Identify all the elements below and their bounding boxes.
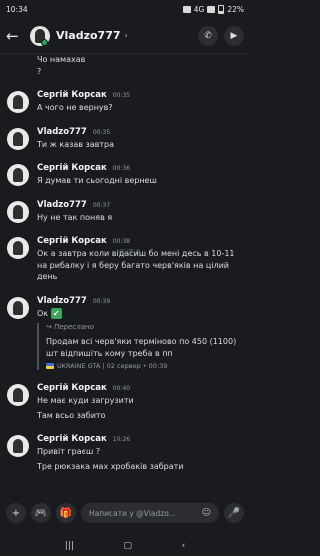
battery-icon	[218, 4, 225, 14]
avatar[interactable]	[7, 296, 29, 319]
timestamp: 10:26	[112, 436, 131, 443]
ukraine-flag-icon	[46, 363, 54, 369]
message-text: Тре рюкзака мах хробаків забрати	[37, 461, 184, 471]
avatar[interactable]	[7, 435, 29, 457]
author-name[interactable]: Сергій Корсак	[37, 90, 107, 100]
call-icon[interactable]: ✆	[198, 25, 218, 46]
check-emoji-icon[interactable]: ✔	[50, 307, 62, 319]
home-icon[interactable]: ▢	[123, 541, 132, 551]
back-icon[interactable]: ‹	[182, 541, 186, 551]
message-text: Привіт граєш ?	[37, 447, 101, 456]
avatar[interactable]	[7, 237, 29, 259]
message-text: Не має куди загрузити	[37, 396, 134, 405]
message-text: Ну не так поняв я	[37, 212, 113, 222]
avatar[interactable]	[7, 164, 29, 186]
forwarded-label-text: Переслано	[54, 323, 94, 331]
message-list: Чо намахав ? Сергій Корсак 00:35 А чого н…	[0, 54, 250, 494]
message: Сергій Корсак 00:38 Ок а завтра коли віда…	[0, 236, 250, 283]
author-name[interactable]: Vladzo777	[37, 200, 87, 210]
status-time: 10:34	[6, 4, 28, 14]
message: Сергій Корсак 00:36 Я думав ти сьогодні в…	[0, 163, 250, 187]
avatar[interactable]	[7, 384, 29, 406]
timestamp: 00:35	[92, 128, 111, 136]
avatar[interactable]	[7, 91, 29, 113]
forwarded-message[interactable]: ↪ Переслано Продам всі черв'яки термінов…	[37, 323, 244, 370]
author-name[interactable]: Сергій Корсак	[37, 163, 107, 173]
status-bar: 10:34 4G 22%	[0, 0, 250, 18]
forwarded-text: Продам всі черв'яки терміново по 450 (11…	[46, 337, 237, 358]
gift-icon[interactable]: 🎁	[56, 503, 76, 523]
message-text: Там всьо забито	[37, 410, 106, 420]
author-name[interactable]: Сергій Корсак	[37, 236, 107, 246]
author-name[interactable]: Vladzo777	[37, 296, 87, 306]
message-input[interactable]: Написати у @Vladzo... ☺	[81, 503, 219, 523]
emoji-icon[interactable]: ☺	[202, 508, 211, 518]
message-text: А чого не вернув?	[37, 103, 113, 112]
message-text: Чо намахав	[37, 55, 86, 64]
avatar[interactable]	[7, 127, 29, 150]
status-indicators: 4G 22%	[182, 4, 244, 14]
avatar[interactable]	[7, 200, 29, 223]
dm-username[interactable]: Vladzo777	[56, 29, 121, 42]
alarm-icon	[182, 5, 191, 13]
message-input-placeholder: Написати у @Vladzo...	[89, 508, 176, 518]
message-text: Ок ✔	[37, 307, 244, 320]
timestamp: 00:36	[112, 165, 131, 172]
message: Сергій Корсак 10:26 Привіт граєш ? Тре рю…	[0, 434, 250, 472]
microphone-icon[interactable]: 🎤	[224, 503, 244, 523]
recent-apps-icon[interactable]: |||	[65, 541, 74, 551]
message-text: Ти ж казав завтра	[37, 139, 115, 149]
battery-level: 22%	[227, 4, 244, 14]
message: Сергій Корсак 00:35 А чого не вернув?	[0, 90, 250, 114]
message: Vladzo777 00:37 Ну не так поняв я	[0, 200, 250, 224]
timestamp: 00:39	[92, 297, 111, 305]
timestamp: 00:38	[112, 238, 131, 245]
author-name[interactable]: Сергій Корсак	[37, 383, 107, 393]
dm-header: ← Vladzo777 › ✆ ▶	[0, 18, 250, 54]
gamepad-icon[interactable]: 🎮	[31, 503, 51, 523]
message: Сергій Корсак 00:40 Не має куди загрузити…	[0, 383, 250, 421]
back-arrow-icon[interactable]: ←	[6, 27, 24, 45]
author-name[interactable]: Сергій Корсак	[37, 434, 107, 444]
signal-icon	[207, 5, 216, 13]
author-name[interactable]: Vladzo777	[37, 127, 87, 137]
video-icon[interactable]: ▶	[224, 25, 244, 46]
online-status-dot	[41, 39, 48, 46]
message-text: ?	[37, 66, 42, 76]
timestamp: 00:40	[112, 385, 131, 392]
message: Чо намахав ?	[0, 54, 250, 77]
system-nav-bar: ||| ▢ ‹	[0, 536, 250, 556]
chevron-right-icon[interactable]: ›	[125, 31, 128, 40]
message: Vladzo777 00:35 Ти ж казав завтра	[0, 127, 250, 151]
network-label: 4G	[193, 4, 205, 14]
forward-source[interactable]: UKRAINE GTA | 02 сервер • 00:39	[46, 362, 244, 370]
message: Vladzo777 00:39 Ок ✔ ↪ Переслано Продам в…	[0, 296, 250, 370]
timestamp: 00:37	[92, 201, 111, 209]
message-text-ok: Ок	[37, 308, 49, 318]
plus-icon[interactable]: +	[6, 503, 26, 523]
watermark: GTA	[118, 248, 143, 259]
forward-source-text: UKRAINE GTA | 02 сервер • 00:39	[57, 362, 168, 370]
forwarded-label: ↪ Переслано	[46, 323, 94, 331]
message-text: Я думав ти сьогодні вернеш	[37, 176, 157, 185]
timestamp: 00:35	[112, 92, 131, 99]
message-composer: + 🎮 🎁 Написати у @Vladzo... ☺ 🎤	[0, 500, 250, 526]
